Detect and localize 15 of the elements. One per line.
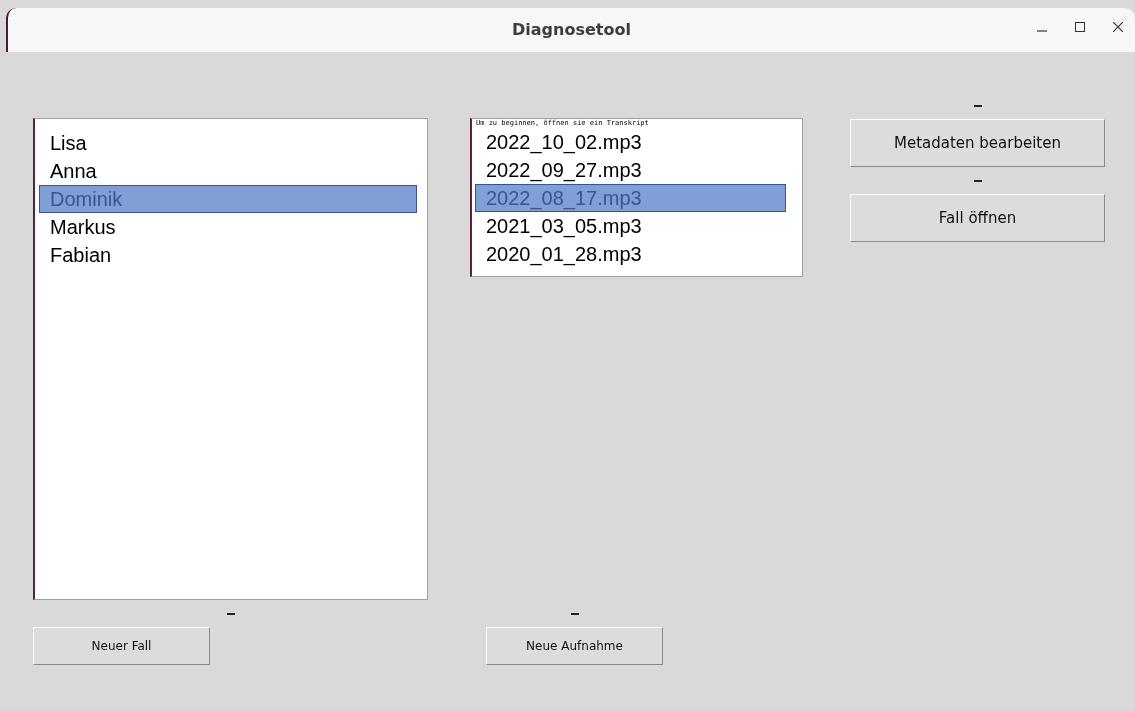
window-title: Diagnosetool — [512, 19, 631, 41]
action-button[interactable]: Metadaten bearbeiten — [850, 119, 1105, 167]
list-item[interactable]: 2022_10_02.mp3 — [475, 128, 786, 156]
list-item[interactable]: Anna — [39, 157, 417, 185]
action-button[interactable]: Fall öffnen — [850, 194, 1105, 242]
action-button[interactable]: Neue Aufnahme — [486, 627, 663, 665]
list-item[interactable]: 2022_09_27.mp3 — [475, 156, 786, 184]
list-item[interactable]: Lisa — [39, 129, 417, 157]
maximize-icon[interactable] — [1075, 22, 1085, 32]
list-item[interactable]: Markus — [39, 213, 417, 241]
close-icon[interactable] — [1113, 22, 1123, 32]
list-item[interactable]: 2021_03_05.mp3 — [475, 212, 786, 240]
list-item[interactable]: Fabian — [39, 241, 417, 269]
list-item[interactable]: 2020_01_28.mp3 — [475, 240, 786, 268]
action-button[interactable]: Neuer Fall — [33, 627, 210, 665]
